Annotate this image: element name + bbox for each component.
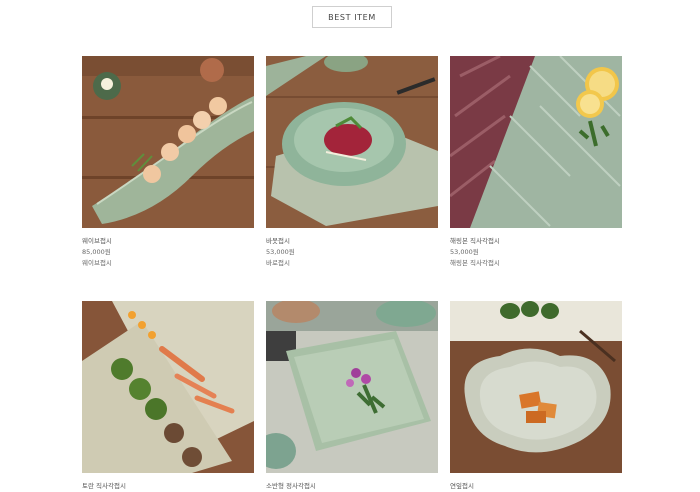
product-price: 53,000원 xyxy=(450,248,479,256)
product-image-soban-square-plate[interactable] xyxy=(266,301,438,473)
product-name[interactable]: 웨이브접시 xyxy=(82,236,254,247)
product-card-soban-square-plate[interactable]: 소반형 정사각접시 xyxy=(266,301,438,492)
product-subtitle: 해링본 직사각접시 xyxy=(450,259,500,267)
product-image-round-plate[interactable] xyxy=(266,56,438,228)
product-image-herringbone-plate[interactable] xyxy=(450,56,622,228)
product-name[interactable]: 소반형 정사각접시 xyxy=(266,481,438,492)
best-item-title: BEST ITEM xyxy=(312,6,392,28)
product-price: 85,000원 xyxy=(82,248,111,256)
product-card-herringbone-plate[interactable]: 해링본 직사각접시 53,000원 해링본 직사각접시 xyxy=(450,56,622,269)
product-card-round-plate[interactable]: 바못접시 53,000원 바로접시 xyxy=(266,56,438,269)
product-name[interactable]: 바못접시 xyxy=(266,236,438,247)
product-image-taro-plate[interactable] xyxy=(82,301,254,473)
product-card-wave-plate[interactable]: 웨이브접시 85,000원 웨이브접시 xyxy=(82,56,254,269)
product-price: 53,000원 xyxy=(266,248,295,256)
product-name[interactable]: 해링본 직사각접시 xyxy=(450,236,622,247)
product-subtitle: 바로접시 xyxy=(266,259,290,267)
product-subtitle: 웨이브접시 xyxy=(82,259,112,267)
product-name[interactable]: 연잎접시 xyxy=(450,481,622,492)
product-card-lotus-leaf-plate[interactable]: 연잎접시 xyxy=(450,301,622,492)
product-card-taro-plate[interactable]: 토란 직사각접시 xyxy=(82,301,254,492)
product-name[interactable]: 토란 직사각접시 xyxy=(82,481,254,492)
product-image-lotus-leaf-plate[interactable] xyxy=(450,301,622,473)
product-image-wave-plate[interactable] xyxy=(82,56,254,228)
